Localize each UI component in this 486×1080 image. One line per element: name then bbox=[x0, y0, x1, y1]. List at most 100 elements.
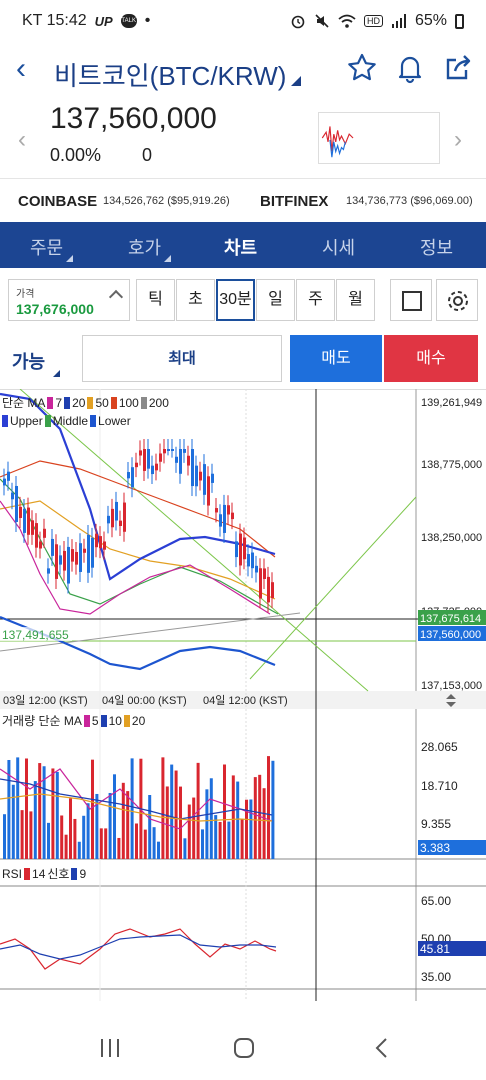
candle-body bbox=[11, 492, 14, 500]
candle-body bbox=[219, 514, 222, 527]
title-dropdown-icon[interactable] bbox=[291, 76, 301, 86]
exchange-compare: COINBASE 134,526,762 ($95,919.26) BITFIN… bbox=[0, 178, 486, 222]
time-axis-label: 04일 00:00 (KST) bbox=[102, 693, 187, 707]
rsi-period: 14 bbox=[32, 866, 46, 881]
volume-bar bbox=[148, 795, 152, 859]
candle-body bbox=[95, 533, 98, 548]
ma-swatch bbox=[100, 714, 107, 727]
volume-value: 3.383 bbox=[420, 841, 450, 855]
exchange-value: 134,526,762 ($95,919.26) bbox=[103, 195, 230, 207]
tab-order[interactable]: 주문 bbox=[30, 234, 74, 262]
ma-legend-label: 단순 MA bbox=[2, 396, 46, 410]
interval-30min-button[interactable]: 30분 bbox=[216, 279, 255, 321]
signal-icon bbox=[391, 14, 406, 28]
rsi-value: 45.81 bbox=[420, 942, 450, 956]
chart-canvas[interactable]: 139,261,949138,775,000138,250,000137,725… bbox=[0, 389, 486, 1001]
price-axis-label: 139,261,949 bbox=[421, 397, 482, 409]
time-axis-label: 03일 12:00 (KST) bbox=[3, 693, 88, 707]
candle-body bbox=[135, 462, 138, 468]
battery-icon bbox=[455, 13, 464, 29]
candle-body bbox=[195, 465, 198, 487]
buy-button[interactable]: 매수 bbox=[384, 335, 478, 382]
volume-bar bbox=[20, 810, 24, 859]
tab-quotes[interactable]: 시세 bbox=[322, 234, 355, 260]
candle-body bbox=[63, 550, 66, 571]
volume-bar bbox=[231, 775, 235, 859]
volume-bar bbox=[135, 823, 138, 859]
candle-body bbox=[167, 449, 170, 451]
volume-bar bbox=[55, 771, 59, 859]
volume-bar bbox=[117, 837, 121, 859]
interval-second-button[interactable]: 초 bbox=[176, 279, 215, 321]
wifi-icon bbox=[338, 14, 356, 28]
alarm-icon bbox=[291, 15, 305, 29]
volume-bar bbox=[227, 821, 231, 859]
bb-lower-line bbox=[0, 615, 276, 671]
share-icon[interactable] bbox=[442, 52, 474, 84]
recent-apps-icon[interactable] bbox=[98, 1036, 122, 1060]
fullscreen-button[interactable] bbox=[390, 279, 432, 321]
candle-body bbox=[251, 552, 254, 569]
ma-swatch bbox=[140, 396, 147, 409]
volume-bar bbox=[152, 827, 156, 859]
current-price-value: 137,560,000 bbox=[420, 629, 481, 641]
volume-bar bbox=[253, 777, 257, 859]
price-axis-label: 138,775,000 bbox=[421, 459, 482, 471]
volume-bar bbox=[82, 815, 86, 859]
system-nav-bar bbox=[0, 1016, 486, 1080]
back-icon[interactable]: ‹ bbox=[16, 54, 26, 84]
ma-swatch bbox=[110, 396, 117, 409]
volume-bar bbox=[174, 770, 178, 859]
interval-week-button[interactable]: 주 bbox=[296, 279, 335, 321]
price-selector[interactable]: 가격 137,676,000 bbox=[8, 279, 130, 321]
tab-info[interactable]: 정보 bbox=[420, 234, 453, 260]
band-swatch bbox=[90, 415, 97, 427]
ma-swatch bbox=[123, 714, 130, 727]
ma-period: 50 bbox=[95, 395, 109, 410]
gear-icon bbox=[448, 291, 468, 311]
ma-period: 5 bbox=[91, 713, 99, 728]
tab-menu-icon bbox=[164, 255, 172, 262]
mini-chart[interactable] bbox=[318, 112, 440, 164]
battery-level: 65% bbox=[414, 12, 447, 29]
star-icon[interactable] bbox=[346, 52, 378, 84]
candle-body bbox=[111, 508, 114, 528]
candle-body bbox=[231, 512, 234, 520]
price-axis-label: 137,153,000 bbox=[421, 680, 482, 692]
candle-body bbox=[59, 555, 62, 565]
bell-icon[interactable] bbox=[394, 52, 426, 84]
candle-body bbox=[223, 504, 226, 533]
candle-body bbox=[91, 537, 94, 568]
talk-icon: TALK bbox=[120, 14, 137, 28]
interval-day-button[interactable]: 일 bbox=[256, 279, 295, 321]
next-coin-icon[interactable]: › bbox=[454, 126, 462, 154]
candle-body bbox=[203, 464, 206, 495]
candle-body bbox=[23, 509, 26, 533]
candle-body bbox=[79, 543, 82, 572]
volume-bar bbox=[245, 799, 248, 859]
tab-orderbook[interactable]: 호가 bbox=[128, 234, 172, 262]
page-title[interactable]: 비트코인(BTC/KRW) bbox=[54, 56, 286, 93]
candle-body bbox=[271, 582, 274, 598]
chart-settings-button[interactable] bbox=[436, 279, 478, 321]
volume-bar bbox=[69, 798, 72, 859]
available-selector[interactable]: 가능 bbox=[12, 348, 45, 374]
tab-chart[interactable]: 차트 bbox=[224, 234, 257, 260]
volume-bar bbox=[29, 811, 33, 859]
available-dropdown-icon[interactable] bbox=[53, 370, 60, 377]
candle-body bbox=[39, 541, 42, 549]
prev-coin-icon[interactable]: ‹ bbox=[18, 126, 26, 154]
interval-tick-button[interactable]: 틱 bbox=[136, 279, 175, 321]
volume-bar bbox=[161, 757, 165, 859]
home-icon[interactable] bbox=[232, 1036, 256, 1060]
ma-swatch bbox=[83, 714, 90, 727]
interval-month-button[interactable]: 월 bbox=[336, 279, 375, 321]
candle-body bbox=[179, 449, 182, 474]
back-nav-icon[interactable] bbox=[370, 1036, 394, 1060]
crosshair-price-value: 137,675,614 bbox=[420, 613, 481, 625]
tab-label: 차트 bbox=[224, 238, 258, 258]
price-chart[interactable]: 139,261,949138,775,000138,250,000137,725… bbox=[0, 389, 486, 1001]
sell-button[interactable]: 매도 bbox=[290, 335, 382, 382]
max-button[interactable]: 최대 bbox=[82, 335, 282, 382]
volume-bar bbox=[104, 828, 108, 859]
